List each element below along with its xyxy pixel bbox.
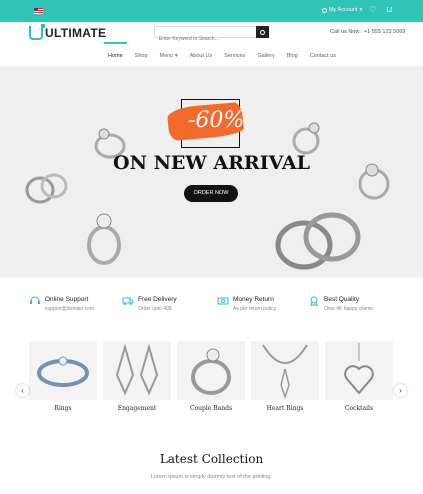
search-input[interactable] xyxy=(155,34,255,44)
nav-about[interactable]: About Us xyxy=(190,53,213,59)
feature-subtitle: support@domain.com xyxy=(45,306,94,312)
pendant-image xyxy=(344,343,374,395)
feature-subtitle: Over 4K happy clients xyxy=(324,306,373,312)
category-label[interactable]: Couple Bands xyxy=(177,400,245,417)
nav-menu[interactable]: Menu ▾ xyxy=(160,53,178,59)
feature-title: Free Delivery xyxy=(138,296,177,303)
nav-shop[interactable]: Shop xyxy=(135,53,148,59)
headset-icon xyxy=(30,296,40,304)
nav-gallery[interactable]: Gallery xyxy=(257,53,274,59)
feature-subtitle: Order upto 40$ xyxy=(138,306,172,312)
money-icon xyxy=(217,297,229,305)
section-subtitle: Lorem Ipsum is simply dummy text of the … xyxy=(150,474,273,480)
chevron-left-icon[interactable]: ‹ xyxy=(16,384,29,397)
search-button[interactable] xyxy=(256,26,269,38)
ring-image xyxy=(87,213,121,265)
order-now-button[interactable]: ORDER NOW xyxy=(184,185,238,202)
nav-contact[interactable]: Contact us xyxy=(310,53,336,59)
category-label[interactable]: Engagement xyxy=(103,400,171,417)
feature-subtitle: As per return policy xyxy=(233,306,277,312)
category-label[interactable]: Rings xyxy=(29,400,97,417)
accent-underline xyxy=(104,42,127,44)
logo-text: ULTIMATE xyxy=(45,26,107,40)
category-card-rings[interactable] xyxy=(29,341,97,407)
top-bar: My Account ▾ ♡ ⊔ xyxy=(0,0,423,22)
ring-image xyxy=(37,356,89,387)
section-title: Latest Collection xyxy=(159,452,264,466)
category-card-couple-bands[interactable] xyxy=(177,341,245,407)
nav-services[interactable]: Services xyxy=(224,53,245,59)
feature-title: Best Quality xyxy=(324,296,360,303)
feature-title: Money Return xyxy=(233,296,274,303)
category-card-heart-rings[interactable] xyxy=(251,341,319,407)
heart-icon[interactable]: ♡ xyxy=(369,5,376,15)
discount-text: -60% xyxy=(188,108,245,133)
nav-menu-label: Menu xyxy=(159,53,174,59)
logo[interactable]: ULTIMATE xyxy=(29,24,107,40)
earrings-image xyxy=(115,343,159,396)
main-nav: Home Shop Menu ▾ About Us Services Galle… xyxy=(108,53,336,59)
category-label[interactable]: Cocktails xyxy=(325,400,393,417)
chevron-down-icon: ▾ xyxy=(359,7,363,13)
truck-icon xyxy=(122,297,134,305)
user-icon xyxy=(322,7,327,13)
nav-blog[interactable]: Blog xyxy=(287,53,298,59)
category-card-cocktails[interactable] xyxy=(325,341,393,407)
my-account-menu[interactable]: My Account ▾ xyxy=(322,7,362,13)
hero-headline: ON NEW ARRIVAL xyxy=(113,152,310,174)
ring-image xyxy=(191,348,231,395)
my-account-label: My Account xyxy=(329,7,358,13)
nav-home[interactable]: Home xyxy=(108,53,123,59)
us-flag-icon[interactable] xyxy=(34,8,43,14)
category-label[interactable]: Heart Rings xyxy=(251,400,319,417)
category-card-engagement[interactable] xyxy=(103,341,171,407)
feature-title: Online Support xyxy=(45,296,89,303)
medal-icon xyxy=(310,296,318,306)
search-box xyxy=(154,26,269,44)
logo-mark-icon xyxy=(29,24,45,40)
cart-icon[interactable]: ⊔ xyxy=(386,5,392,15)
contact-phone: Call us Now : +1 555 123 5069 xyxy=(330,29,406,35)
necklace-image xyxy=(262,344,308,400)
ring-image xyxy=(25,173,68,204)
ring-image xyxy=(275,212,361,270)
chevron-right-icon[interactable]: › xyxy=(394,384,407,397)
